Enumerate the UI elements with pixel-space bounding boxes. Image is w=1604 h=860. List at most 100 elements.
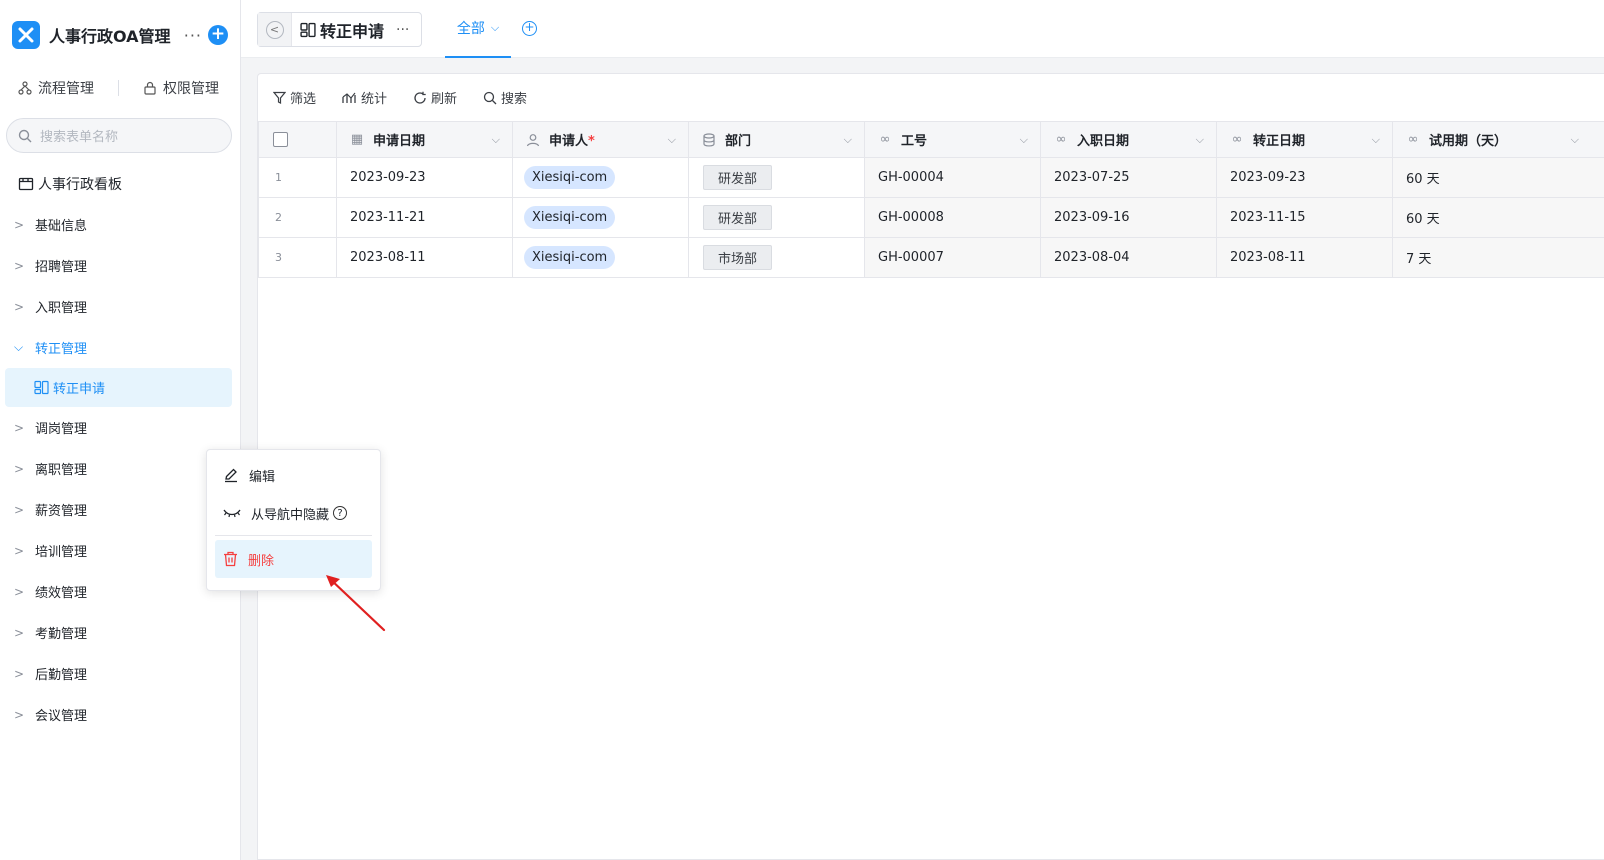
row-index: 1 xyxy=(258,157,337,198)
cell-regular-date[interactable]: 2023-08-11 xyxy=(1216,237,1393,278)
view-tab-all[interactable]: 全部 ⌵ xyxy=(445,0,511,58)
collapse-sidebar-button[interactable]: < xyxy=(258,13,292,46)
cell-regular-date[interactable]: 2023-09-23 xyxy=(1216,157,1393,198)
cell-regular-date[interactable]: 2023-11-15 xyxy=(1216,197,1393,238)
process-management-link[interactable]: 流程管理 xyxy=(18,78,94,98)
cell-join-date[interactable]: 2023-08-04 xyxy=(1040,237,1217,278)
column-header-label: 试用期（天） xyxy=(1429,134,1508,149)
menu-item-hide-from-nav[interactable]: 从导航中隐藏 ? xyxy=(215,494,372,532)
sidebar-item-logistics[interactable]: > 后勤管理 xyxy=(0,653,240,694)
link-icon: ∞ xyxy=(1407,132,1419,147)
filter-button[interactable]: 筛选 xyxy=(273,88,316,107)
more-icon[interactable]: ··· xyxy=(396,22,409,38)
table-row[interactable]: 2 2023-11-21 Xiesiqi-com 研发部 GH-00008 20… xyxy=(258,197,1604,238)
stats-button[interactable]: 统计 xyxy=(342,88,387,107)
chevron-down-icon[interactable]: ⌵ xyxy=(1372,133,1380,147)
refresh-label: 刷新 xyxy=(431,92,458,107)
table-row[interactable]: 1 2023-09-23 Xiesiqi-com 研发部 GH-00004 20… xyxy=(258,157,1604,198)
column-header-label: 转正日期 xyxy=(1253,134,1306,149)
select-all-header xyxy=(258,121,337,158)
sidebar-item-attendance[interactable]: > 考勤管理 xyxy=(0,612,240,653)
sidebar-item-label: 考勤管理 xyxy=(35,627,88,642)
chevron-down-icon[interactable]: ⌵ xyxy=(1020,133,1028,147)
table-row[interactable]: 3 2023-08-11 Xiesiqi-com 市场部 GH-00007 20… xyxy=(258,237,1604,278)
sidebar-item-performance[interactable]: > 绩效管理 xyxy=(0,571,240,612)
sidebar-item-label: 后勤管理 xyxy=(35,668,88,683)
chevron-right-icon: > xyxy=(14,217,25,232)
cell-apply-date[interactable]: 2023-09-23 xyxy=(336,157,513,198)
sidebar-subitem-label: 转正申请 xyxy=(53,382,106,397)
cell-join-date[interactable]: 2023-09-16 xyxy=(1040,197,1217,238)
form-search-input[interactable]: 搜索表单名称 xyxy=(6,118,232,153)
sidebar-item-onboarding[interactable]: > 入职管理 xyxy=(0,286,240,327)
calendar-icon: ▦ xyxy=(350,132,364,147)
pencil-icon xyxy=(225,468,237,483)
column-header-regular-date[interactable]: ∞ 转正日期 ⌵ xyxy=(1216,121,1393,158)
form-icon xyxy=(300,22,316,37)
column-header-employee-no[interactable]: ∞ 工号 ⌵ xyxy=(864,121,1041,158)
cell-apply-date[interactable]: 2023-11-21 xyxy=(336,197,513,238)
search-icon xyxy=(483,91,497,104)
add-view-icon[interactable]: + xyxy=(522,21,537,36)
column-header-applicant[interactable]: 申请人* ⌵ xyxy=(512,121,689,158)
cell-join-date[interactable]: 2023-07-25 xyxy=(1040,157,1217,198)
column-header-department[interactable]: 部门 ⌵ xyxy=(688,121,865,158)
chevron-left-icon: < xyxy=(265,20,284,39)
refresh-button[interactable]: 刷新 xyxy=(413,88,457,107)
sidebar-item-label: 绩效管理 xyxy=(35,586,88,601)
sidebar-item-training[interactable]: > 培训管理 xyxy=(0,530,240,571)
cell-probation[interactable]: 7 天 xyxy=(1392,237,1604,278)
sidebar-subitem-regularization-apply[interactable]: 转正申请 xyxy=(5,368,232,407)
select-all-checkbox[interactable] xyxy=(273,132,288,147)
chevron-right-icon: > xyxy=(14,461,25,476)
chevron-right-icon: > xyxy=(14,299,25,314)
chevron-down-icon[interactable]: ⌵ xyxy=(1571,133,1579,147)
cell-employee-no[interactable]: GH-00008 xyxy=(864,197,1041,238)
sidebar-item-board[interactable]: 人事行政看板 xyxy=(0,163,240,204)
column-header-join-date[interactable]: ∞ 入职日期 ⌵ xyxy=(1040,121,1217,158)
search-label: 搜索 xyxy=(501,92,528,107)
cell-applicant[interactable]: Xiesiqi-com xyxy=(512,237,689,278)
form-title-label: 转正申请 xyxy=(320,21,385,41)
cell-department[interactable]: 研发部 xyxy=(688,157,865,198)
cell-probation[interactable]: 60 天 xyxy=(1392,157,1604,198)
menu-item-label: 删除 xyxy=(248,553,275,569)
cell-apply-date[interactable]: 2023-08-11 xyxy=(336,237,513,278)
more-icon[interactable]: ··· xyxy=(184,26,202,45)
sidebar-item-meeting[interactable]: > 会议管理 xyxy=(0,694,240,735)
sidebar-item-label: 离职管理 xyxy=(35,463,88,478)
column-header-apply-date[interactable]: ▦ 申请日期 ⌵ xyxy=(336,121,513,158)
chevron-down-icon[interactable]: ⌵ xyxy=(668,133,676,147)
sidebar-item-regularization[interactable]: ⌵ 转正管理 xyxy=(0,327,240,368)
dashboard-icon xyxy=(18,177,34,190)
menu-item-edit[interactable]: 编辑 xyxy=(215,456,372,494)
sidebar-item-salary[interactable]: > 薪资管理 xyxy=(0,489,240,530)
user-icon xyxy=(526,133,540,146)
divider xyxy=(118,80,119,96)
filter-icon xyxy=(273,91,286,104)
search-button[interactable]: 搜索 xyxy=(483,88,527,107)
permission-management-link[interactable]: 权限管理 xyxy=(143,78,219,98)
help-icon[interactable]: ? xyxy=(333,506,348,520)
sidebar-item-basic-info[interactable]: > 基础信息 xyxy=(0,204,240,245)
link-icon: ∞ xyxy=(1231,132,1243,147)
column-header-probation[interactable]: ∞ 试用期（天） ⌵ xyxy=(1392,121,1604,158)
cell-department[interactable]: 研发部 xyxy=(688,197,865,238)
chevron-down-icon[interactable]: ⌵ xyxy=(1196,133,1204,147)
cell-employee-no[interactable]: GH-00007 xyxy=(864,237,1041,278)
chevron-down-icon[interactable]: ⌵ xyxy=(844,133,852,147)
column-header-label: 申请人 xyxy=(549,134,589,149)
cell-applicant[interactable]: Xiesiqi-com xyxy=(512,197,689,238)
add-icon[interactable]: + xyxy=(208,25,228,45)
form-title[interactable]: 转正申请 ··· xyxy=(292,18,421,42)
sidebar-item-recruitment[interactable]: > 招聘管理 xyxy=(0,245,240,286)
cell-employee-no[interactable]: GH-00004 xyxy=(864,157,1041,198)
cell-probation[interactable]: 60 天 xyxy=(1392,197,1604,238)
chevron-down-icon[interactable]: ⌵ xyxy=(492,133,500,147)
sidebar-nav: 人事行政看板 > 基础信息 > 招聘管理 > 入职管理 ⌵ 转正管理 转正申请 > 调岗管… xyxy=(0,163,240,735)
sidebar-item-resignation[interactable]: > 离职管理 xyxy=(0,448,240,489)
sidebar-item-transfer[interactable]: > 调岗管理 xyxy=(0,407,240,448)
cell-applicant[interactable]: Xiesiqi-com xyxy=(512,157,689,198)
cell-department[interactable]: 市场部 xyxy=(688,237,865,278)
form-icon xyxy=(34,380,49,395)
